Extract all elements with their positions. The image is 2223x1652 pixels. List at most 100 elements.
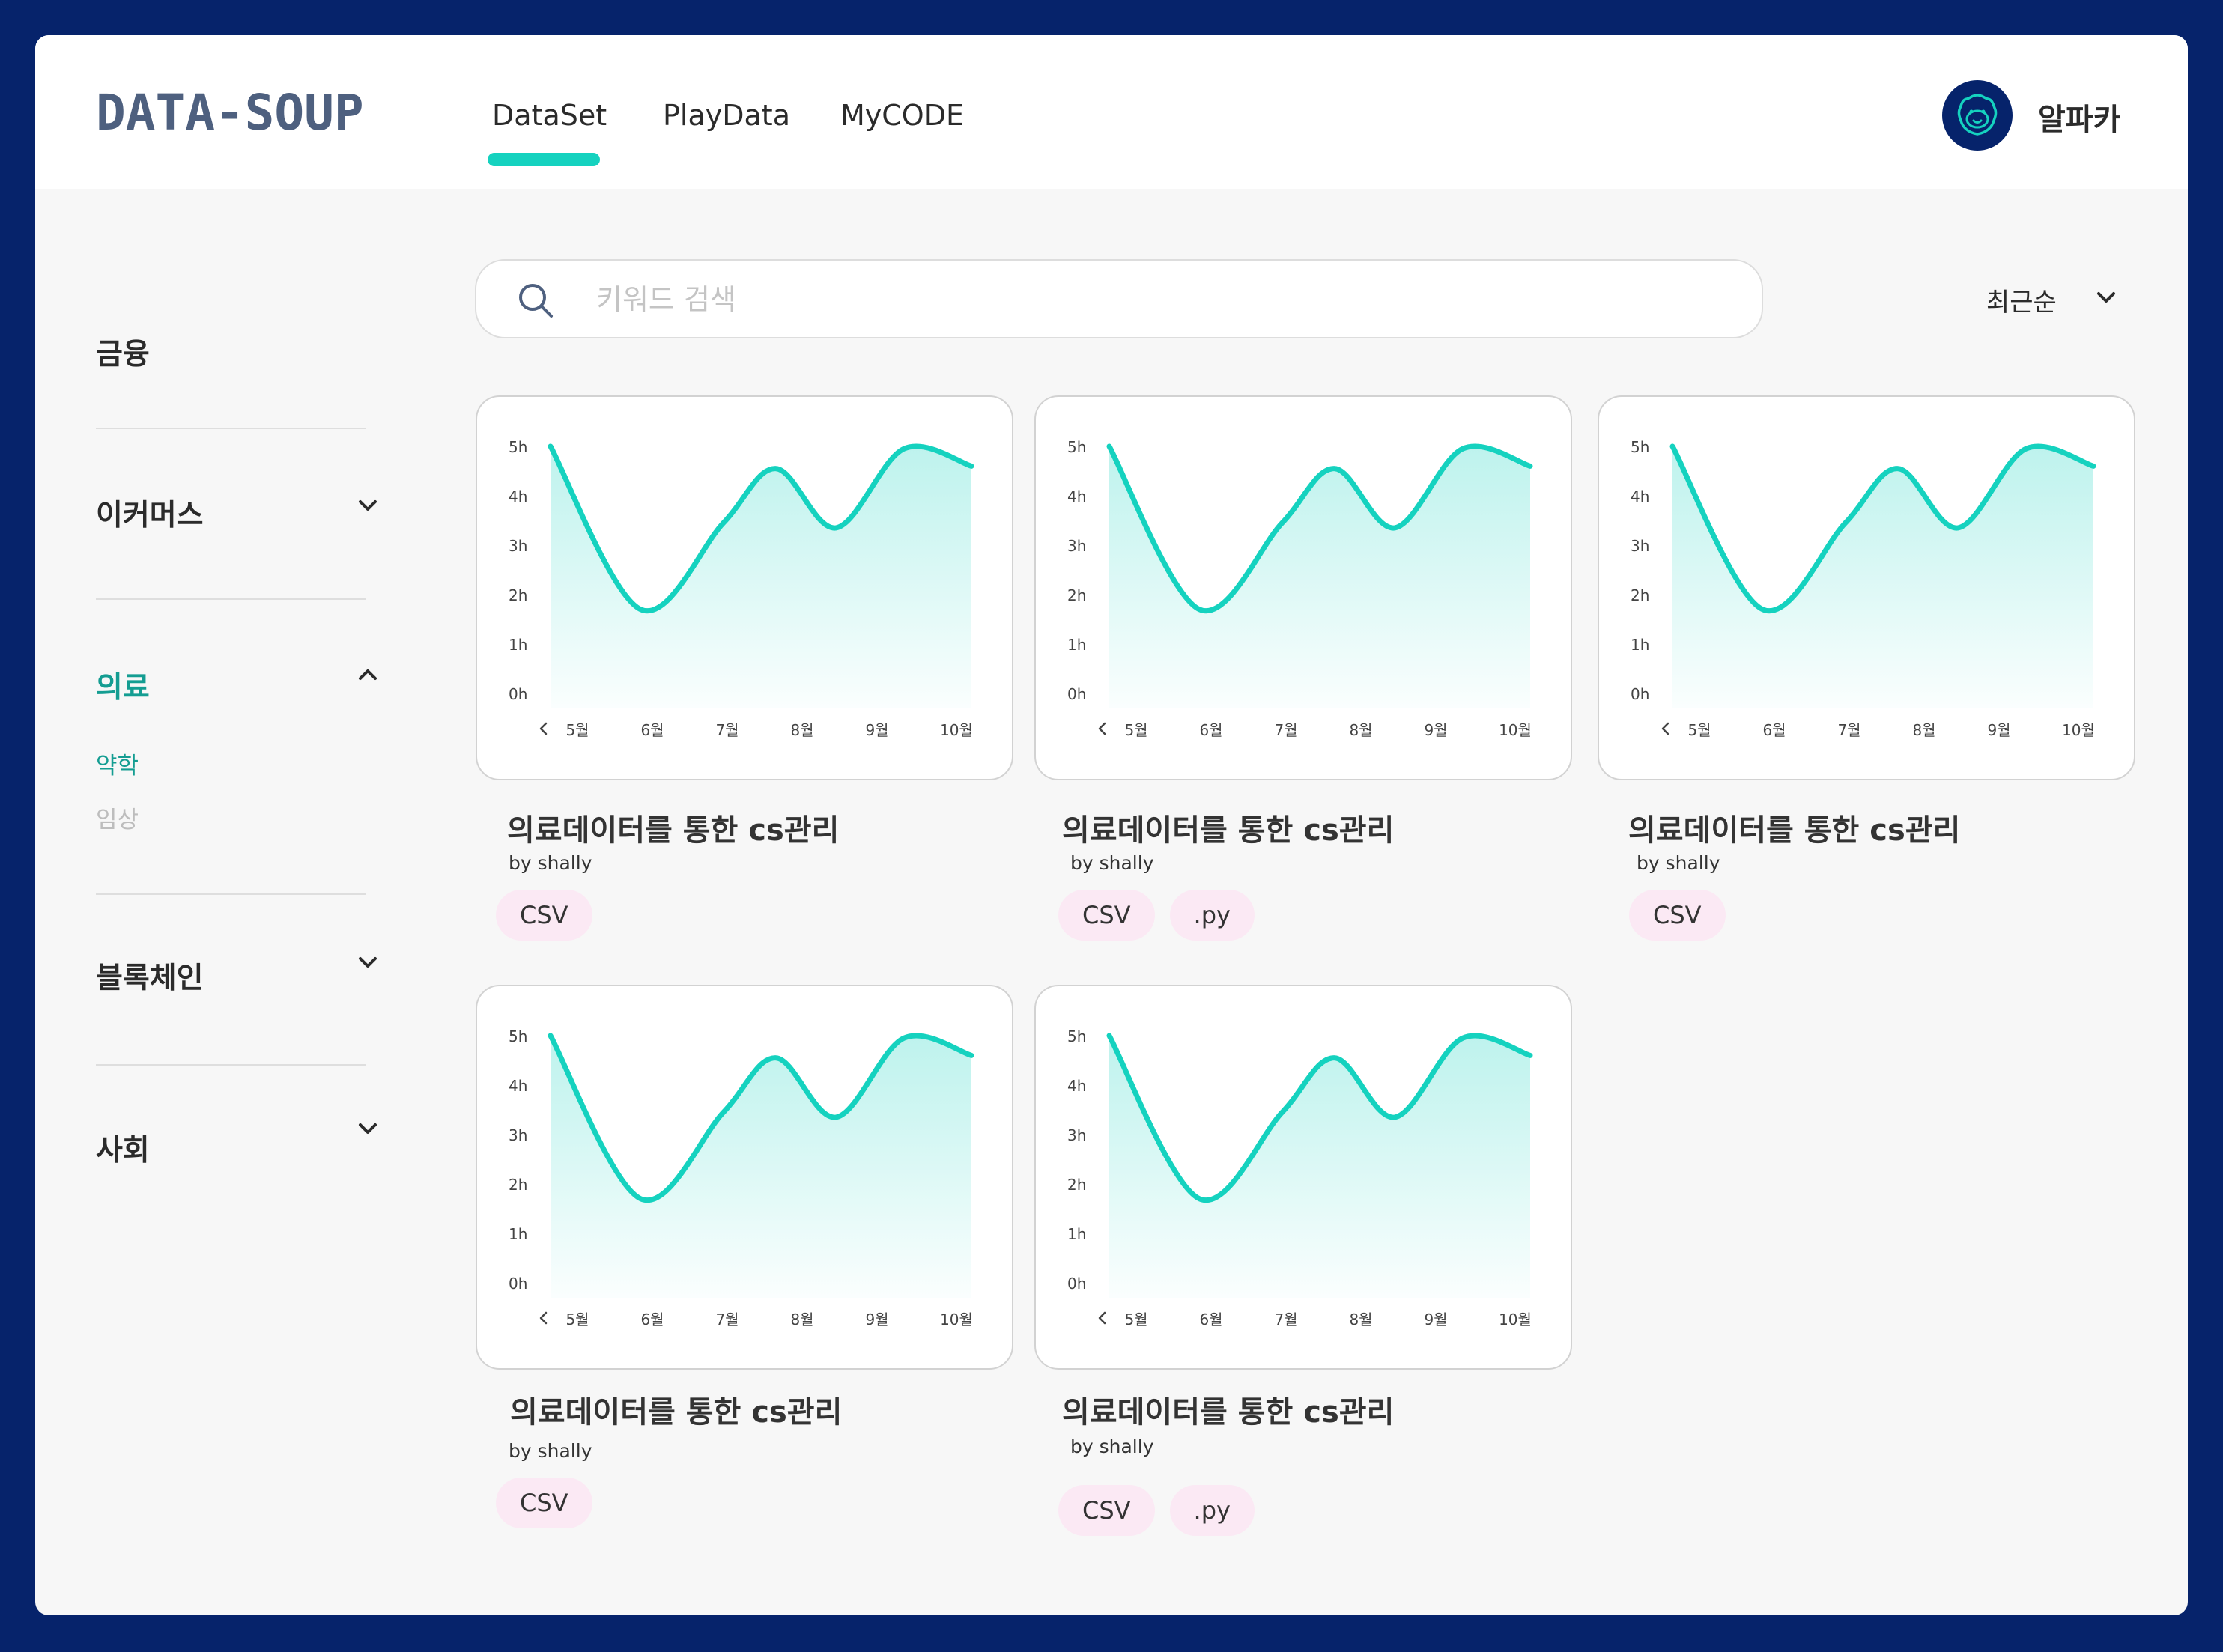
y-tick-label: 3h xyxy=(1631,537,1649,555)
area-chart: 0h 1h 2h 3h 4h 5h 5월 6월 7월 8월 9월 10월 xyxy=(1631,438,2096,739)
chevron-left-icon[interactable] xyxy=(1098,1311,1106,1325)
x-tick-label: 5월 xyxy=(565,721,589,739)
tag-list: CSV xyxy=(496,1478,592,1528)
brand-logo[interactable]: DATA-SOUP xyxy=(96,84,364,142)
user-avatar[interactable] xyxy=(1942,80,2013,151)
x-tick-label: 7월 xyxy=(1274,1311,1297,1328)
y-tick-label: 2h xyxy=(1631,586,1649,604)
card-title[interactable]: 의료데이터를 통한 cs관리 xyxy=(1062,1388,1394,1431)
y-tick-label: 4h xyxy=(509,488,527,505)
chart-preview: 0h 1h 2h 3h 4h 5h 5월 6월 7월 8월 9월 10월 xyxy=(476,395,1013,780)
category-blockchain[interactable]: 블록체인 xyxy=(96,955,204,997)
x-tick-label: 5월 xyxy=(1124,1311,1147,1328)
y-tick-label: 2h xyxy=(1067,1176,1086,1194)
card-title[interactable]: 의료데이터를 통한 cs관리 xyxy=(1628,806,1960,849)
card-author: by shally xyxy=(1070,852,1154,874)
card-author: by shally xyxy=(1070,1436,1154,1457)
subcategory-clinical[interactable]: 임상 xyxy=(96,801,139,834)
chevron-up-icon[interactable] xyxy=(353,660,383,690)
y-tick-label: 3h xyxy=(509,537,527,555)
card-author: by shally xyxy=(509,852,592,874)
card-title[interactable]: 의료데이터를 통한 cs관리 xyxy=(507,806,839,849)
y-tick-label: 4h xyxy=(1067,488,1086,505)
y-tick-label: 3h xyxy=(509,1126,527,1144)
card-title[interactable]: 의료데이터를 통한 cs관리 xyxy=(510,1388,842,1431)
tab-mycode[interactable]: MyCODE xyxy=(840,99,964,132)
x-tick-label: 8월 xyxy=(1912,721,1935,739)
y-tick-label: 2h xyxy=(509,586,527,604)
category-finance[interactable]: 금융 xyxy=(96,331,150,373)
category-ecommerce[interactable]: 이커머스 xyxy=(96,492,204,534)
chevron-down-icon[interactable] xyxy=(353,491,383,520)
active-tab-indicator xyxy=(488,153,600,166)
search-bar[interactable] xyxy=(475,259,1763,338)
chevron-left-icon[interactable] xyxy=(1098,722,1106,735)
y-tick-label: 5h xyxy=(509,1027,527,1045)
tag-badge[interactable]: CSV xyxy=(1629,890,1726,941)
x-tick-label: 7월 xyxy=(1274,721,1297,739)
y-tick-label: 5h xyxy=(1631,438,1649,456)
chart-preview: 0h 1h 2h 3h 4h 5h 5월 6월 7월 8월 9월 10월 xyxy=(1034,985,1572,1370)
sidebar-divider xyxy=(96,893,366,895)
tag-badge[interactable]: CSV xyxy=(1058,1485,1155,1536)
y-tick-label: 1h xyxy=(509,636,527,654)
x-tick-label: 8월 xyxy=(790,1311,813,1328)
tag-badge[interactable]: CSV xyxy=(496,890,592,941)
y-tick-label: 3h xyxy=(1067,537,1086,555)
y-tick-label: 4h xyxy=(509,1077,527,1095)
area-chart: 0h 1h 2h 3h 4h 5h 5월 6월 7월 8월 9월 10월 xyxy=(1067,438,1533,739)
chevron-left-icon[interactable] xyxy=(539,722,548,735)
tab-playdata[interactable]: PlayData xyxy=(663,99,790,132)
x-tick-label: 9월 xyxy=(1424,721,1447,739)
chevron-left-icon[interactable] xyxy=(1661,722,1669,735)
y-tick-label: 3h xyxy=(1067,1126,1086,1144)
alpaca-icon xyxy=(1957,94,1998,136)
y-tick-label: 1h xyxy=(509,1225,527,1243)
x-tick-label: 5월 xyxy=(1124,721,1147,739)
area-chart: 0h 1h 2h 3h 4h 5h 5월 6월 7월 8월 9월 10월 xyxy=(509,1027,974,1328)
sidebar-divider xyxy=(96,598,366,600)
subcategory-pharmacy[interactable]: 약학 xyxy=(96,747,139,780)
x-tick-label: 6월 xyxy=(1762,721,1786,739)
tag-list: CSV .py xyxy=(1058,890,1255,941)
user-name[interactable]: 알파카 xyxy=(2038,95,2120,139)
y-tick-label: 4h xyxy=(1631,488,1649,505)
x-tick-label: 6월 xyxy=(1199,1311,1222,1328)
x-tick-label: 10월 xyxy=(940,721,973,739)
category-society[interactable]: 사회 xyxy=(96,1127,150,1169)
tag-list: CSV xyxy=(1629,890,1726,941)
x-tick-label: 5월 xyxy=(565,1311,589,1328)
y-tick-label: 4h xyxy=(1067,1077,1086,1095)
y-tick-label: 1h xyxy=(1067,1225,1086,1243)
y-tick-label: 5h xyxy=(1067,1027,1086,1045)
y-tick-label: 0h xyxy=(1067,1275,1086,1293)
tag-badge[interactable]: CSV xyxy=(1058,890,1155,941)
sidebar-divider xyxy=(96,428,366,429)
search-icon[interactable] xyxy=(515,280,556,321)
chevron-left-icon[interactable] xyxy=(539,1311,548,1325)
tag-badge[interactable]: .py xyxy=(1169,890,1255,941)
sidebar-divider xyxy=(96,1064,366,1066)
tag-badge[interactable]: CSV xyxy=(496,1478,592,1528)
x-tick-label: 9월 xyxy=(865,721,888,739)
x-tick-label: 8월 xyxy=(1349,1311,1372,1328)
tag-badge[interactable]: .py xyxy=(1169,1485,1255,1536)
y-tick-label: 1h xyxy=(1067,636,1086,654)
sort-select[interactable]: 최근순 xyxy=(1986,282,2057,318)
chart-preview: 0h 1h 2h 3h 4h 5h 5월 6월 7월 8월 9월 10월 xyxy=(476,985,1013,1370)
y-tick-label: 0h xyxy=(509,1275,527,1293)
chevron-down-icon[interactable] xyxy=(353,1114,383,1144)
y-tick-label: 1h xyxy=(1631,636,1649,654)
top-header: DATA-SOUP DataSet PlayData MyCODE 알파카 xyxy=(35,35,2188,189)
search-input[interactable] xyxy=(596,276,1720,324)
tab-dataset[interactable]: DataSet xyxy=(492,99,607,132)
y-tick-label: 5h xyxy=(509,438,527,456)
x-tick-label: 8월 xyxy=(790,721,813,739)
card-title[interactable]: 의료데이터를 통한 cs관리 xyxy=(1062,806,1394,849)
tag-list: CSV .py xyxy=(1058,1485,1255,1536)
chevron-down-icon[interactable] xyxy=(353,947,383,977)
y-tick-label: 2h xyxy=(1067,586,1086,604)
chevron-down-icon[interactable] xyxy=(2091,282,2121,312)
x-tick-label: 8월 xyxy=(1349,721,1372,739)
category-medical[interactable]: 의료 xyxy=(96,664,150,706)
